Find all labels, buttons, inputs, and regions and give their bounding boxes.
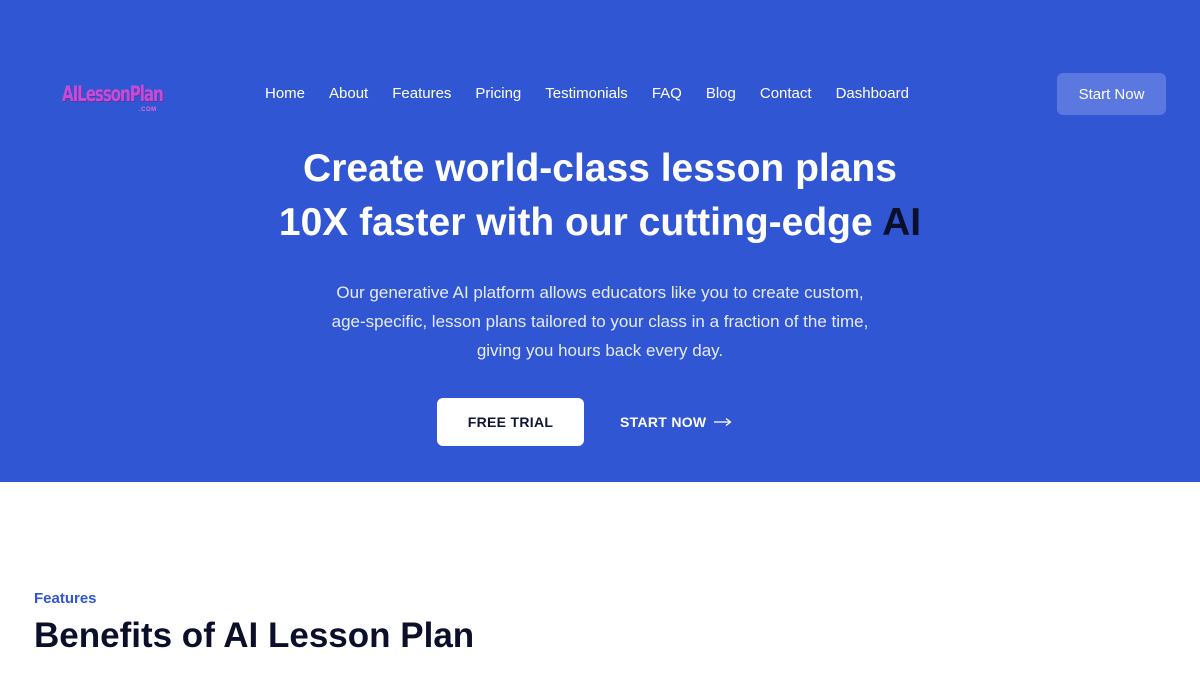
nav-dashboard[interactable]: Dashboard xyxy=(836,84,909,104)
hero-description: Our generative AI platform allows educat… xyxy=(331,283,869,360)
nav-pricing[interactable]: Pricing xyxy=(475,84,521,104)
headline-highlight: AI xyxy=(882,201,922,244)
hero-section: AILessonPlan .COM Home About Features Pr… xyxy=(0,0,1200,482)
nav-testimonials[interactable]: Testimonials xyxy=(545,84,628,104)
logo-subtext: .COM xyxy=(139,107,157,113)
header-start-now-button[interactable]: Start Now xyxy=(1057,73,1166,115)
hero-headline: Create world-class lesson plans 10X fast… xyxy=(0,142,1200,250)
headline-line-1: Create world-class lesson plans xyxy=(303,147,897,190)
headline-line-2: 10X faster with our cutting-edge xyxy=(278,201,873,244)
nav-home[interactable]: Home xyxy=(265,84,305,104)
features-eyebrow: Features xyxy=(34,590,97,607)
start-now-link[interactable]: START NOW xyxy=(620,412,732,432)
nav-contact[interactable]: Contact xyxy=(760,84,812,104)
features-title: Benefits of AI Lesson Plan xyxy=(34,616,475,655)
nav-faq[interactable]: FAQ xyxy=(652,84,682,104)
brand-logo[interactable]: AILessonPlan .COM xyxy=(62,80,164,120)
nav-blog[interactable]: Blog xyxy=(706,84,736,104)
nav-features[interactable]: Features xyxy=(392,84,451,104)
logo-text: AILessonPlan xyxy=(62,82,164,106)
arrow-right-icon xyxy=(714,417,732,427)
main-nav: Home About Features Pricing Testimonials… xyxy=(265,84,909,104)
free-trial-button[interactable]: FREE TRIAL xyxy=(437,398,584,446)
start-now-label: START NOW xyxy=(620,414,707,430)
nav-about[interactable]: About xyxy=(329,84,368,104)
